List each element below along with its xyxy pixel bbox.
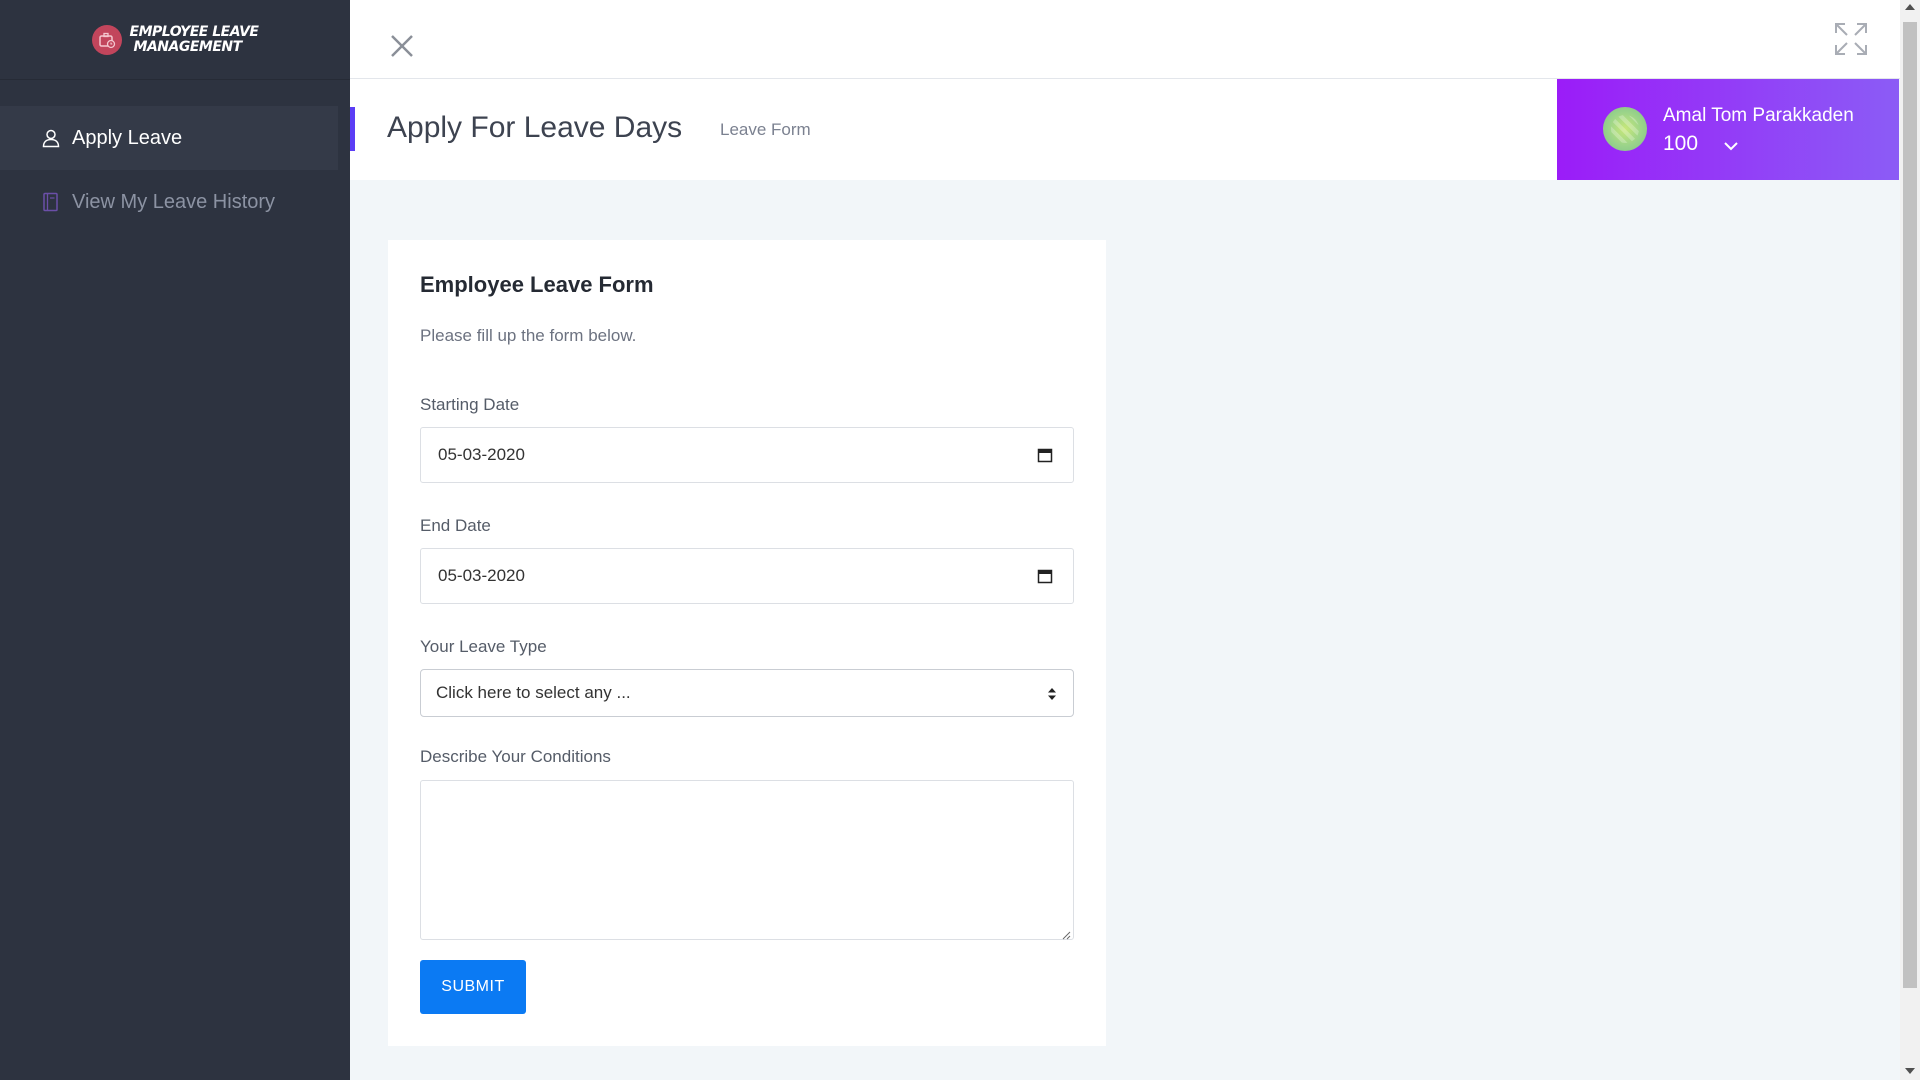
sidebar-item-label: Apply Leave	[72, 126, 183, 149]
submit-button[interactable]: SUBMIT	[420, 960, 526, 1014]
page-scrollbar[interactable]	[1900, 0, 1920, 1080]
end-date-value: 05-03-2020	[438, 566, 525, 585]
form-title: Employee Leave Form	[420, 272, 654, 297]
avatar	[1603, 107, 1647, 151]
briefcase-clock-icon	[91, 24, 122, 55]
conditions-textarea[interactable]	[420, 780, 1074, 940]
sidebar-item-label: View My Leave History	[72, 190, 276, 213]
page-subtitle: Leave Form	[720, 120, 811, 139]
chevron-down-icon[interactable]	[1723, 138, 1739, 154]
conditions-label: Describe Your Conditions	[420, 747, 611, 766]
book-icon	[40, 191, 62, 213]
page-header: Apply For Leave Days Leave Form	[350, 79, 1557, 180]
scroll-thumb[interactable]	[1903, 22, 1917, 988]
starting-date-input[interactable]: 05-03-2020	[420, 427, 1074, 483]
header-accent-bar	[350, 107, 355, 151]
sidebar: Employee Leave Management Apply Leave	[0, 0, 350, 1080]
leave-type-value: Click here to select any ...	[436, 683, 631, 702]
fullscreen-icon[interactable]	[1834, 22, 1868, 56]
resize-grip-icon[interactable]	[1061, 927, 1071, 940]
user-id: 100	[1663, 132, 1699, 155]
end-date-input[interactable]: 05-03-2020	[420, 548, 1074, 604]
end-date-label: End Date	[420, 516, 491, 535]
user-name: Amal Tom Parakkaden	[1663, 105, 1854, 126]
user-menu[interactable]: Amal Tom Parakkaden 100	[1557, 79, 1899, 180]
sidebar-item-view-leave-history[interactable]: View My Leave History	[0, 170, 350, 234]
logo-line-2: Management	[133, 38, 243, 55]
logo-line-1: Employee Leave	[129, 23, 259, 40]
calendar-icon[interactable]	[1037, 568, 1053, 584]
sidebar-nav: Apply Leave View My Leave History	[0, 106, 350, 234]
scroll-up-arrow-icon[interactable]	[1905, 4, 1915, 10]
user-icon	[40, 127, 62, 149]
leave-type-label: Your Leave Type	[420, 637, 547, 656]
form-description: Please fill up the form below.	[420, 326, 637, 345]
calendar-icon[interactable]	[1037, 447, 1053, 463]
scroll-down-arrow-icon[interactable]	[1905, 1068, 1915, 1074]
close-icon[interactable]	[388, 32, 416, 60]
leave-type-select[interactable]: Click here to select any ...	[420, 669, 1074, 717]
leave-form-card: Employee Leave Form Please fill up the f…	[388, 240, 1106, 1046]
logo-text: Employee Leave Management	[129, 23, 259, 55]
starting-date-label: Starting Date	[420, 395, 520, 414]
page-title: Apply For Leave Days	[387, 111, 683, 144]
starting-date-value: 05-03-2020	[438, 445, 525, 464]
top-bar	[350, 0, 1900, 79]
app-logo[interactable]: Employee Leave Management	[0, 0, 350, 80]
select-arrows-icon	[1047, 686, 1057, 702]
sidebar-item-apply-leave[interactable]: Apply Leave	[0, 106, 338, 170]
